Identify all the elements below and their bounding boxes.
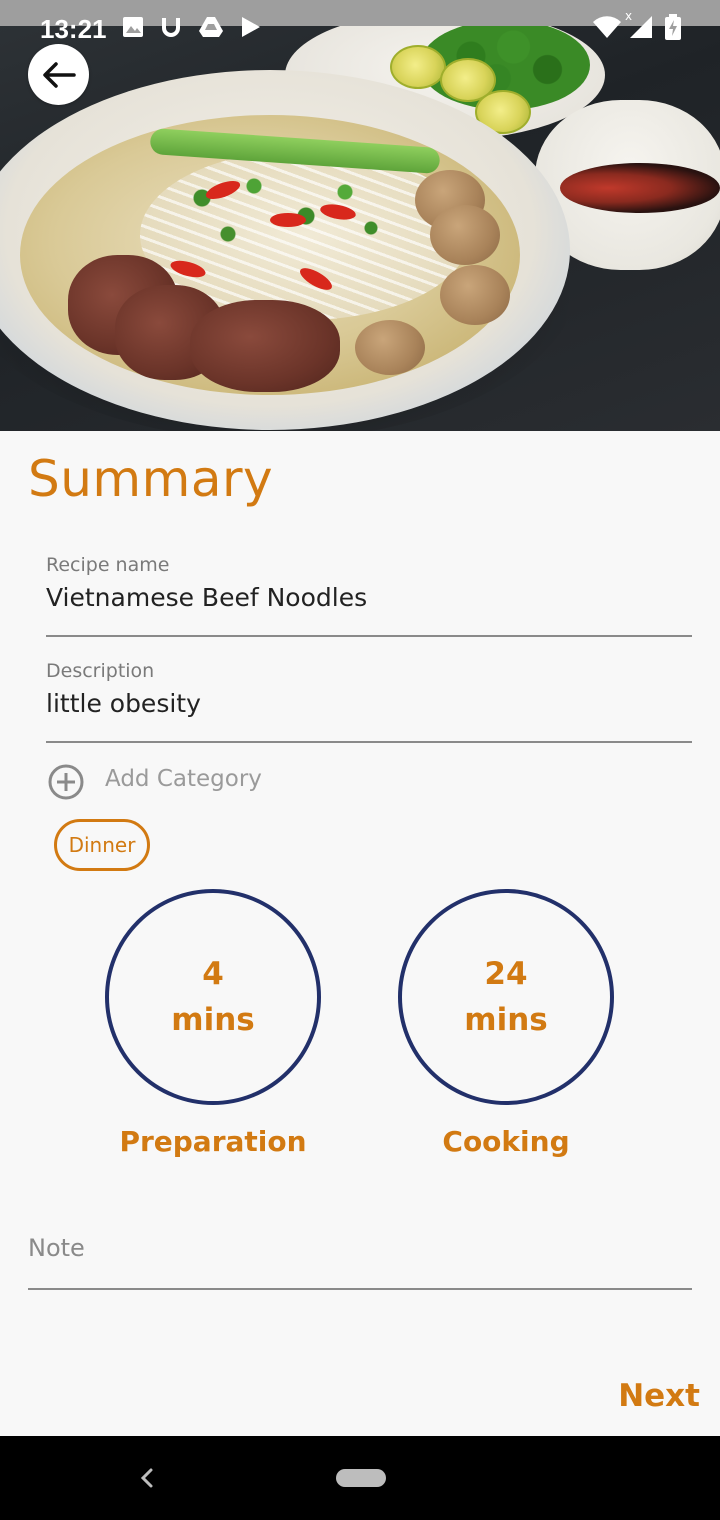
description-value[interactable]: little obesity xyxy=(46,689,201,718)
u-icon xyxy=(160,16,182,42)
nav-back-icon[interactable] xyxy=(138,1466,156,1494)
drive-icon xyxy=(198,16,224,42)
signal-icon: x xyxy=(624,9,654,42)
nav-home-pill[interactable] xyxy=(336,1469,386,1487)
description-underline xyxy=(46,741,692,743)
status-time: 13:21 xyxy=(40,14,107,44)
description-label: Description xyxy=(46,660,155,682)
battery-charging-icon xyxy=(664,14,682,44)
category-chip-dinner[interactable]: Dinner xyxy=(54,819,150,871)
cooking-time-value: 24 xyxy=(484,956,528,992)
play-icon xyxy=(240,16,262,42)
plus-circle-icon xyxy=(48,764,84,804)
add-category-button[interactable]: Add Category xyxy=(46,762,346,800)
svg-text:x: x xyxy=(625,10,632,23)
preparation-label: Preparation xyxy=(119,1125,307,1158)
recipe-name-label: Recipe name xyxy=(46,554,170,576)
beef-slice xyxy=(190,300,340,392)
preparation-time-circle[interactable]: 4 mins xyxy=(105,889,321,1105)
note-placeholder: Note xyxy=(28,1234,85,1262)
add-category-label: Add Category xyxy=(105,766,262,792)
preparation-time-unit: mins xyxy=(171,1002,255,1038)
note-underline xyxy=(28,1288,692,1290)
recipe-name-value[interactable]: Vietnamese Beef Noodles xyxy=(46,583,367,612)
arrow-left-icon xyxy=(42,61,76,89)
cooking-time-unit: mins xyxy=(464,1002,548,1038)
chili-slice xyxy=(270,213,306,227)
sauce xyxy=(560,163,720,213)
meatball xyxy=(430,205,500,265)
cooking-time-circle[interactable]: 24 mins xyxy=(398,889,614,1105)
page-title: Summary xyxy=(28,450,274,508)
recipe-photo xyxy=(0,0,720,431)
back-button[interactable] xyxy=(28,44,89,105)
wifi-icon xyxy=(592,16,622,42)
image-icon xyxy=(122,16,144,42)
preparation-time-value: 4 xyxy=(202,956,224,992)
meatball xyxy=(440,265,510,325)
next-button[interactable]: Next xyxy=(580,1372,700,1420)
meatball xyxy=(355,320,425,375)
status-bar: 13:21 x xyxy=(0,0,720,52)
recipe-name-underline xyxy=(46,635,692,637)
cooking-label: Cooking xyxy=(442,1125,570,1158)
description-field[interactable]: Description little obesity xyxy=(46,660,692,744)
recipe-name-field[interactable]: Recipe name Vietnamese Beef Noodles xyxy=(46,554,692,638)
